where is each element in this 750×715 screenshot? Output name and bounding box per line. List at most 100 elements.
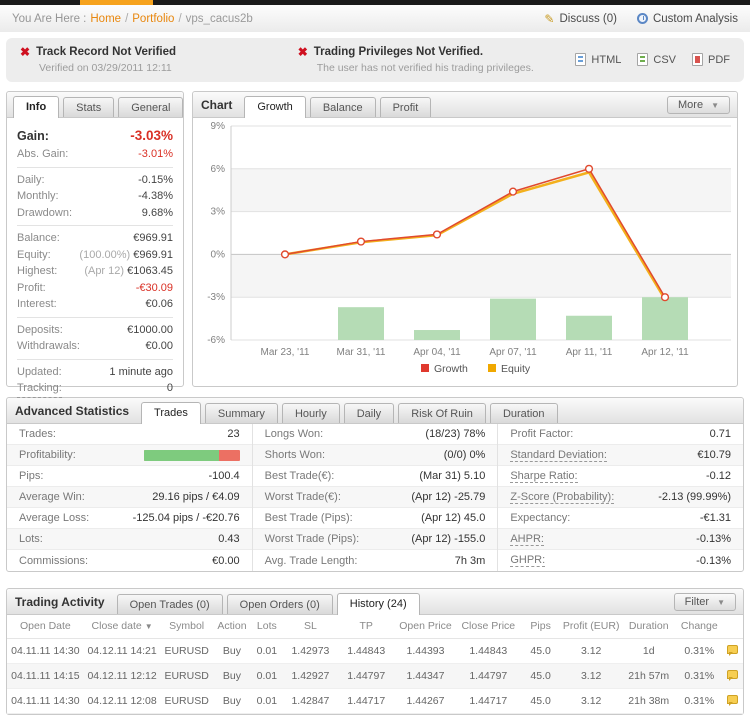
comment-bubble-icon[interactable] bbox=[727, 670, 738, 679]
chart-tab-balance[interactable]: Balance bbox=[310, 97, 376, 117]
red-x-icon: ✖ bbox=[20, 45, 30, 59]
comment-bubble-icon[interactable] bbox=[727, 645, 738, 654]
cell-close-date: 04.12.11 14:21 bbox=[84, 638, 161, 663]
col-header-profit-eur[interactable]: Profit (EUR) bbox=[562, 615, 621, 638]
stats-tab-trades[interactable]: Trades bbox=[141, 402, 201, 424]
stats-tab-risk-of-ruin[interactable]: Risk Of Ruin bbox=[398, 403, 486, 423]
stat-label[interactable]: AHPR: bbox=[510, 533, 544, 546]
col-header-close-price[interactable]: Close Price bbox=[457, 615, 520, 638]
stat-label[interactable]: Standard Deviation: bbox=[510, 449, 607, 462]
profitability-green-segment bbox=[144, 450, 219, 461]
info-value: -0.15% bbox=[138, 172, 173, 189]
info-label: Daily: bbox=[17, 172, 45, 189]
export-pdf-button[interactable]: PDF bbox=[692, 53, 730, 66]
history-row: 04.11.11 14:1504.12.11 12:12EURUSDBuy0.0… bbox=[7, 663, 743, 688]
col-header-comment[interactable] bbox=[722, 615, 743, 638]
col-header-tp[interactable]: TP bbox=[338, 615, 394, 638]
info-row-gain: Gain:-3.03% bbox=[17, 126, 173, 146]
history-row: 04.11.11 14:3004.12.11 12:08EURUSDBuy0.0… bbox=[7, 688, 743, 713]
info-label: Profit: bbox=[17, 280, 46, 297]
col-header-action[interactable]: Action bbox=[213, 615, 251, 638]
info-row-monthly: Monthly:-4.38% bbox=[17, 188, 173, 205]
cell-open-date: 04.11.11 14:15 bbox=[7, 663, 84, 688]
info-row-abs-gain: Abs. Gain:-3.01% bbox=[17, 146, 173, 163]
cell-close-price: 1.44797 bbox=[457, 663, 520, 688]
info-label[interactable]: Tracking: bbox=[17, 380, 62, 398]
stat-value: 7h 3m bbox=[455, 555, 486, 567]
stat-label[interactable]: GHPR: bbox=[510, 554, 545, 567]
tab-stats[interactable]: Stats bbox=[63, 97, 114, 117]
track-record-subtitle: Verified on 03/29/2011 12:11 bbox=[39, 62, 298, 74]
stat-row-best-trade-pips: Best Trade (Pips):(Apr 12) 45.0 bbox=[253, 508, 498, 529]
breadcrumb: You Are Here : Home / Portfolio / vps_ca… bbox=[0, 5, 750, 32]
info-label: Withdrawals: bbox=[17, 338, 80, 355]
chart-panel: Chart GrowthBalanceProfit More▼ 9%6%3%0%… bbox=[192, 91, 738, 387]
stats-tab-duration[interactable]: Duration bbox=[490, 403, 558, 423]
stat-value: (18/23) 78% bbox=[425, 428, 485, 440]
stat-label[interactable]: Z-Score (Probability): bbox=[510, 491, 614, 504]
col-header-duration[interactable]: Duration bbox=[621, 615, 677, 638]
chart-tab-profit[interactable]: Profit bbox=[380, 97, 432, 117]
info-label: Abs. Gain: bbox=[17, 146, 68, 163]
export-html-button[interactable]: HTML bbox=[575, 53, 621, 66]
info-row-deposits: Deposits:€1000.00 bbox=[17, 322, 173, 339]
export-csv-button[interactable]: CSV bbox=[637, 53, 676, 66]
top-nav-active-segment[interactable] bbox=[80, 0, 153, 5]
col-header-change[interactable]: Change bbox=[677, 615, 722, 638]
svg-text:Apr 11, '11: Apr 11, '11 bbox=[566, 347, 613, 358]
discuss-link[interactable]: ✎ Discuss (0) bbox=[544, 12, 617, 26]
activity-tab-open-trades-0[interactable]: Open Trades (0) bbox=[117, 594, 223, 614]
more-button[interactable]: More▼ bbox=[667, 96, 730, 114]
advanced-statistics-panel: Advanced Statistics TradesSummaryHourlyD… bbox=[6, 397, 744, 572]
info-value: €969.91 bbox=[133, 230, 173, 247]
info-row-tracking: Tracking:0 bbox=[17, 380, 173, 398]
info-value: 9.68% bbox=[142, 205, 173, 222]
chart-panel-title: Chart bbox=[201, 98, 232, 112]
cell-comment bbox=[722, 663, 743, 688]
info-group: Gain:-3.03%Abs. Gain:-3.01% bbox=[17, 122, 173, 168]
filter-button[interactable]: Filter▼ bbox=[674, 593, 736, 611]
stats-tab-hourly[interactable]: Hourly bbox=[282, 403, 340, 423]
svg-text:Apr 12, '11: Apr 12, '11 bbox=[641, 347, 689, 358]
info-label: Updated: bbox=[17, 364, 62, 381]
advanced-statistics-grid: Trades:23Profitability:Pips:-100.4Averag… bbox=[7, 424, 743, 571]
col-header-close-date[interactable]: Close date▼ bbox=[84, 615, 161, 638]
cell-comment bbox=[722, 638, 743, 663]
info-value: 1 minute ago bbox=[109, 364, 173, 381]
stat-value: (Apr 12) -25.79 bbox=[411, 491, 485, 503]
stats-tab-daily[interactable]: Daily bbox=[344, 403, 394, 423]
col-header-open-date[interactable]: Open Date bbox=[7, 615, 84, 638]
stats-column-3: Profit Factor:0.71Standard Deviation:€10… bbox=[498, 424, 743, 571]
stats-tab-summary[interactable]: Summary bbox=[205, 403, 278, 423]
tab-info[interactable]: Info bbox=[13, 96, 59, 118]
stat-row-standard-deviation: Standard Deviation:€10.79 bbox=[498, 445, 743, 466]
svg-text:-3%: -3% bbox=[207, 292, 225, 303]
info-row-updated: Updated: 1 minute ago bbox=[17, 364, 173, 381]
stat-row-commissions: Commissions:€0.00 bbox=[7, 550, 252, 571]
cell-close-price: 1.44717 bbox=[457, 688, 520, 713]
col-header-symbol[interactable]: Symbol bbox=[160, 615, 212, 638]
cell-open-date: 04.11.11 14:30 bbox=[7, 688, 84, 713]
custom-analysis-link[interactable]: Custom Analysis bbox=[637, 12, 738, 26]
clock-icon bbox=[637, 13, 648, 24]
stat-label: Trades: bbox=[19, 428, 56, 440]
breadcrumb-home-link[interactable]: Home bbox=[90, 13, 121, 25]
activity-tab-history-24[interactable]: History (24) bbox=[337, 593, 420, 615]
stat-row-shorts-won: Shorts Won:(0/0) 0% bbox=[253, 445, 498, 466]
breadcrumb-current: vps_cacus2b bbox=[186, 13, 253, 25]
col-header-sl[interactable]: SL bbox=[283, 615, 339, 638]
activity-tab-open-orders-0[interactable]: Open Orders (0) bbox=[227, 594, 333, 614]
col-header-lots[interactable]: Lots bbox=[251, 615, 282, 638]
stat-label: Lots: bbox=[19, 533, 43, 545]
custom-analysis-label: Custom Analysis bbox=[653, 13, 738, 25]
cell-open-price: 1.44267 bbox=[394, 688, 457, 713]
cell-sl: 1.42927 bbox=[283, 663, 339, 688]
info-label: Drawdown: bbox=[17, 205, 72, 222]
chart-tab-growth[interactable]: Growth bbox=[244, 96, 305, 118]
col-header-open-price[interactable]: Open Price bbox=[394, 615, 457, 638]
col-header-pips[interactable]: Pips bbox=[520, 615, 562, 638]
stat-label[interactable]: Sharpe Ratio: bbox=[510, 470, 577, 483]
tab-general[interactable]: General bbox=[118, 97, 183, 117]
breadcrumb-portfolio-link[interactable]: Portfolio bbox=[132, 13, 174, 25]
comment-bubble-icon[interactable] bbox=[727, 695, 738, 704]
